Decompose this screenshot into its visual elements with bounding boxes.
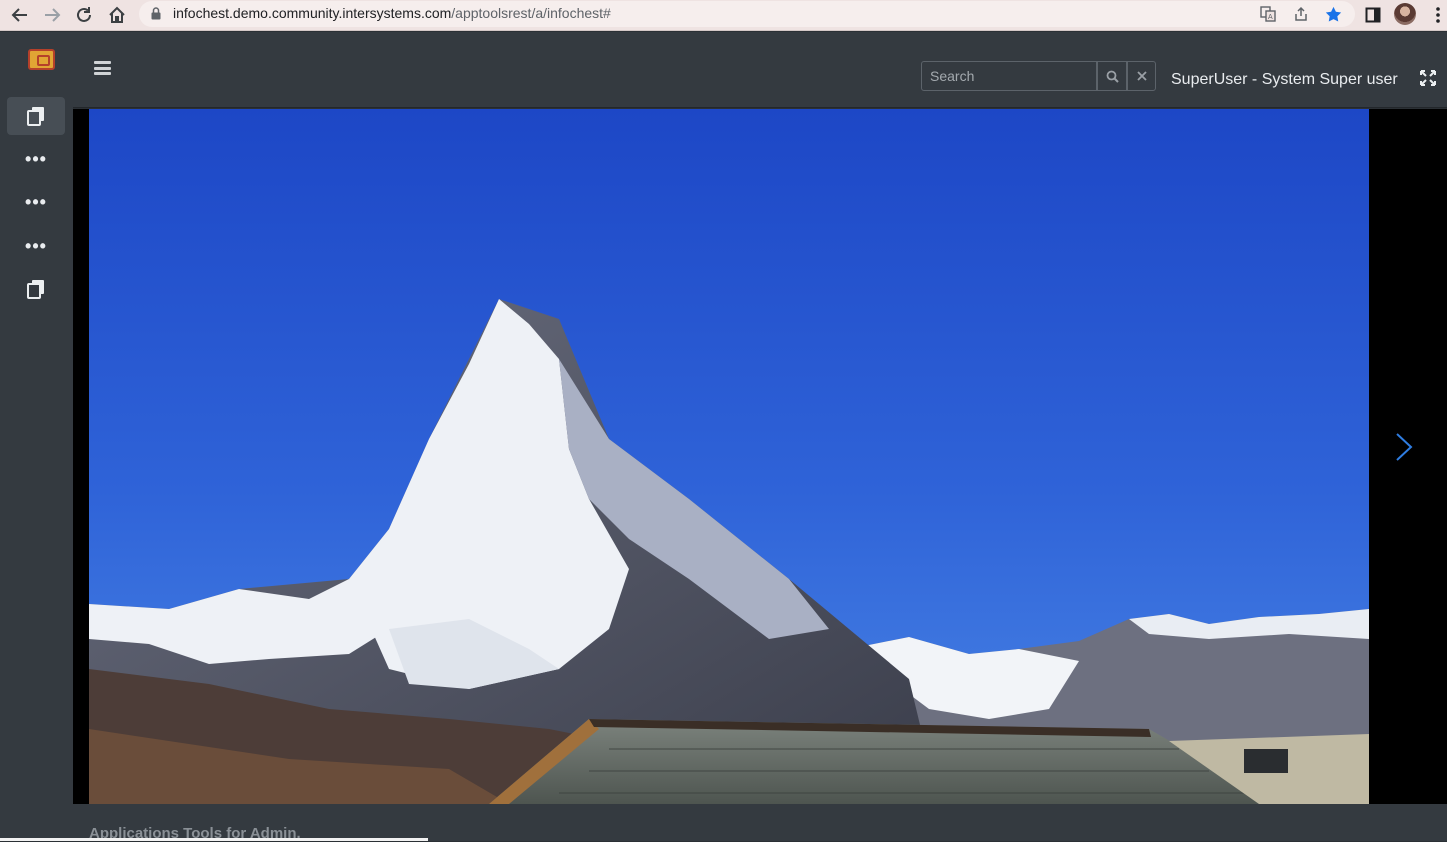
back-icon[interactable] [8, 3, 32, 27]
search-icon [1106, 70, 1119, 83]
sidebar-item-more-2[interactable]: ••• [7, 183, 65, 221]
browser-toolbar: infochest.demo.community.intersystems.co… [0, 0, 1447, 31]
sidebar-item-more-3[interactable]: ••• [7, 227, 65, 265]
next-arrow-icon[interactable] [1393, 431, 1415, 463]
app-sidebar: ••• ••• ••• [0, 32, 73, 841]
footer: Applications Tools for Admin. [73, 804, 1447, 842]
search-input[interactable] [921, 61, 1097, 91]
translate-icon[interactable]: A [1259, 5, 1277, 23]
address-bar[interactable]: infochest.demo.community.intersystems.co… [139, 1, 1355, 27]
copy-icon [27, 107, 44, 126]
sidebar-item-documents[interactable] [7, 97, 65, 135]
svg-text:A: A [1268, 14, 1273, 21]
image-viewer [73, 109, 1447, 804]
home-icon[interactable] [105, 3, 129, 27]
fullscreen-icon[interactable] [1420, 70, 1436, 86]
reload-icon[interactable] [72, 3, 96, 27]
more-dots-icon: ••• [25, 192, 47, 212]
search-button[interactable] [1097, 61, 1127, 91]
url-host: infochest.demo.community.intersystems.co… [173, 5, 452, 21]
top-header: SuperUser - System Super user [73, 32, 1447, 108]
share-icon[interactable] [1292, 5, 1310, 23]
more-dots-icon: ••• [25, 149, 47, 169]
app-logo[interactable] [28, 49, 55, 70]
user-name[interactable]: SuperUser - System Super user [1171, 71, 1398, 89]
url-text: infochest.demo.community.intersystems.co… [173, 5, 611, 21]
sidebar-item-copies[interactable] [7, 270, 65, 308]
mountain-photo [89, 109, 1369, 804]
lock-icon[interactable] [151, 7, 161, 25]
sidebar-item-more-1[interactable]: ••• [7, 140, 65, 178]
url-path: /apptoolsrest/a/infochest# [451, 5, 611, 21]
menu-kebab-icon[interactable] [1426, 3, 1447, 27]
profile-avatar[interactable] [1394, 3, 1416, 25]
star-icon[interactable] [1324, 5, 1342, 23]
forward-icon[interactable] [40, 3, 64, 27]
copy-icon [27, 280, 44, 299]
more-dots-icon: ••• [25, 236, 47, 256]
side-panel-icon[interactable] [1361, 3, 1385, 27]
clear-search-button[interactable] [1127, 61, 1156, 91]
hamburger-menu-icon[interactable] [94, 61, 111, 75]
close-icon [1136, 71, 1147, 81]
